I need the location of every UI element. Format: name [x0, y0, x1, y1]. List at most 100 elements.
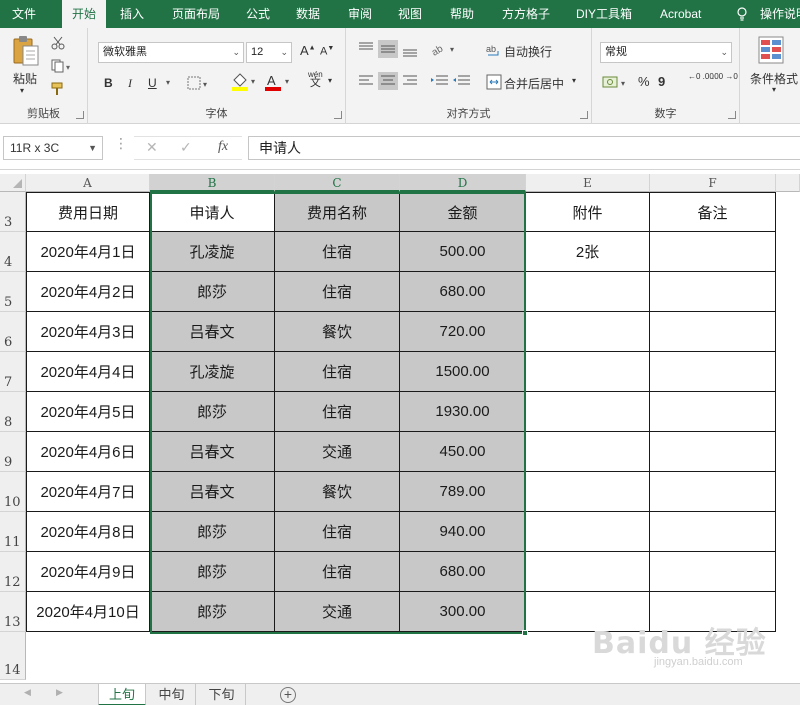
menu-tab[interactable]: 公式: [246, 0, 270, 28]
table-cell[interactable]: [650, 552, 776, 592]
formula-input[interactable]: 申请人: [248, 136, 800, 160]
table-cell[interactable]: 940.00: [400, 512, 526, 552]
enter-icon[interactable]: ✓: [180, 139, 192, 156]
paste-icon[interactable]: [11, 34, 41, 68]
table-cell[interactable]: 郎莎: [150, 512, 275, 552]
column-header[interactable]: F: [650, 174, 776, 192]
table-cell[interactable]: 住宿: [275, 352, 400, 392]
row-header[interactable]: 14: [0, 632, 26, 680]
percent-button[interactable]: %: [638, 74, 650, 89]
menu-tab[interactable]: 开始: [62, 0, 107, 28]
insert-function-button[interactable]: fx: [218, 139, 228, 155]
table-cell[interactable]: [650, 232, 776, 272]
table-cell[interactable]: 住宿: [275, 512, 400, 552]
cut-icon[interactable]: [51, 36, 65, 50]
table-cell[interactable]: 720.00: [400, 312, 526, 352]
table-cell[interactable]: 680.00: [400, 552, 526, 592]
scroll-right-icon[interactable]: ▶: [56, 687, 63, 698]
decrease-font-button[interactable]: A▼: [320, 45, 334, 58]
table-cell[interactable]: 2020年4月7日: [26, 472, 150, 512]
add-sheet-button[interactable]: +: [280, 687, 296, 703]
table-cell[interactable]: [650, 312, 776, 352]
increase-font-button[interactable]: A▲: [300, 43, 316, 58]
menu-tab[interactable]: 插入: [120, 0, 144, 28]
table-cell[interactable]: [650, 472, 776, 512]
table-header-cell[interactable]: 金额: [400, 192, 526, 232]
table-cell[interactable]: 交通: [275, 592, 400, 632]
table-cell[interactable]: 郎莎: [150, 552, 275, 592]
alignment-launcher-icon[interactable]: [580, 111, 588, 119]
conditional-format-dropdown-icon[interactable]: ▾: [772, 85, 776, 94]
wrap-text-button[interactable]: 自动换行: [504, 43, 552, 60]
paste-label[interactable]: 粘贴: [13, 70, 37, 87]
table-header-cell[interactable]: 备注: [650, 192, 776, 232]
table-cell[interactable]: 郎莎: [150, 392, 275, 432]
chevron-down-icon[interactable]: ▼: [88, 137, 97, 159]
format-painter-icon[interactable]: [51, 82, 67, 96]
table-cell[interactable]: 1500.00: [400, 352, 526, 392]
table-cell[interactable]: [526, 472, 650, 512]
row-header[interactable]: 12: [0, 552, 26, 592]
bold-button[interactable]: B: [104, 76, 113, 90]
select-all-button[interactable]: [0, 174, 26, 192]
clipboard-launcher-icon[interactable]: [76, 111, 84, 119]
table-header-cell[interactable]: 附件: [526, 192, 650, 232]
table-cell[interactable]: 789.00: [400, 472, 526, 512]
table-cell[interactable]: [526, 432, 650, 472]
indent-icons[interactable]: [430, 72, 474, 90]
copy-icon[interactable]: ▾: [51, 59, 73, 73]
column-header[interactable]: B: [150, 174, 275, 192]
table-cell[interactable]: 680.00: [400, 272, 526, 312]
fill-handle[interactable]: [522, 630, 528, 636]
table-cell[interactable]: [650, 272, 776, 312]
merge-center-button[interactable]: 合并后居中: [504, 75, 564, 92]
wrap-text-icon[interactable]: ab: [486, 42, 502, 58]
table-cell[interactable]: 吕春文: [150, 312, 275, 352]
phonetic-guide-button[interactable]: wén 文: [308, 70, 323, 89]
font-size-combo[interactable]: 12 ⌄: [246, 42, 292, 63]
table-cell[interactable]: 孔凌旋: [150, 352, 275, 392]
table-cell[interactable]: [650, 352, 776, 392]
fill-color-icon[interactable]: ▾: [230, 72, 258, 92]
table-cell[interactable]: 住宿: [275, 272, 400, 312]
table-cell[interactable]: [526, 392, 650, 432]
number-launcher-icon[interactable]: [728, 111, 736, 119]
table-cell[interactable]: 孔凌旋: [150, 232, 275, 272]
menu-tab[interactable]: 方方格子: [502, 0, 550, 28]
table-cell[interactable]: [526, 512, 650, 552]
scroll-left-icon[interactable]: ◀: [24, 687, 31, 698]
comma-button[interactable]: 9: [658, 74, 665, 89]
italic-button[interactable]: I: [128, 76, 132, 91]
table-header-cell[interactable]: 费用日期: [26, 192, 150, 232]
table-cell[interactable]: 2020年4月3日: [26, 312, 150, 352]
table-cell[interactable]: [650, 432, 776, 472]
table-header-cell[interactable]: 申请人: [150, 192, 275, 232]
table-cell[interactable]: 交通: [275, 432, 400, 472]
paste-dropdown-icon[interactable]: ▾: [20, 86, 24, 95]
row-header[interactable]: 9: [0, 432, 26, 472]
column-header[interactable]: C: [275, 174, 400, 192]
menu-tab[interactable]: 审阅: [348, 0, 372, 28]
table-cell[interactable]: [526, 272, 650, 312]
column-header[interactable]: A: [26, 174, 150, 192]
table-cell[interactable]: 住宿: [275, 232, 400, 272]
font-color-icon[interactable]: A ▾: [264, 72, 292, 92]
merge-center-icon[interactable]: [486, 74, 502, 90]
row-header[interactable]: 5: [0, 272, 26, 312]
table-cell[interactable]: [526, 312, 650, 352]
conditional-format-icon[interactable]: [758, 36, 784, 64]
row-header[interactable]: 7: [0, 352, 26, 392]
table-cell[interactable]: 吕春文: [150, 472, 275, 512]
menu-tab[interactable]: 视图: [398, 0, 422, 28]
menu-tab[interactable]: 页面布局: [172, 0, 220, 28]
table-cell[interactable]: 郎莎: [150, 592, 275, 632]
sheet-tab[interactable]: 上旬: [98, 684, 146, 705]
table-cell[interactable]: 2020年4月4日: [26, 352, 150, 392]
table-cell[interactable]: 2020年4月9日: [26, 552, 150, 592]
increase-decimal-button[interactable]: ←0 .00: [688, 72, 714, 81]
border-icon[interactable]: ▾: [187, 76, 211, 90]
sheet-tab[interactable]: 下旬: [198, 684, 246, 705]
vertical-align-icons[interactable]: [356, 40, 422, 58]
menu-tab[interactable]: 操作说明: [760, 0, 800, 28]
table-cell[interactable]: 住宿: [275, 552, 400, 592]
